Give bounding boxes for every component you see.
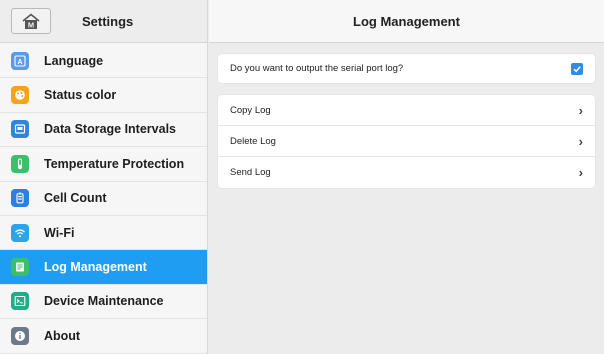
sidebar-item-label: About — [44, 328, 81, 343]
sidebar-item-label: Status color — [44, 88, 117, 103]
palette-icon — [11, 86, 29, 105]
sidebar-item-label: Temperature Protection — [44, 156, 185, 171]
sidebar-item-temperature-protection[interactable]: Temperature Protection — [0, 147, 207, 182]
home-icon: M — [22, 12, 40, 29]
chevron-right-icon: › — [578, 102, 583, 118]
app-frame: M Settings A Language Status color Data … — [0, 0, 604, 354]
sidebar-item-label: Language — [44, 53, 104, 68]
serial-log-checkbox[interactable] — [571, 62, 583, 75]
home-button[interactable]: M — [11, 8, 51, 34]
sidebar-title: Settings — [82, 14, 134, 29]
svg-text:A: A — [17, 59, 22, 66]
settings-sidebar: M Settings A Language Status color Data … — [0, 0, 208, 354]
sidebar-item-label: Data Storage Intervals — [44, 122, 176, 137]
storage-icon — [11, 120, 29, 139]
sidebar-item-cell-count[interactable]: Cell Count — [0, 181, 207, 216]
terminal-icon — [11, 292, 29, 311]
thermometer-icon — [11, 154, 29, 173]
log-management-panel: Log Management Do you want to output the… — [209, 0, 604, 354]
copy-log-row[interactable]: Copy Log › — [218, 95, 595, 126]
sidebar-item-about[interactable]: About — [0, 319, 207, 354]
info-icon — [11, 326, 29, 345]
svg-text:M: M — [28, 20, 34, 29]
language-icon: A — [11, 51, 29, 70]
log-icon — [11, 258, 29, 277]
sidebar-item-label: Wi-Fi — [44, 225, 75, 240]
chevron-right-icon: › — [578, 165, 583, 180]
sidebar-item-data-storage-intervals[interactable]: Data Storage Intervals — [0, 112, 207, 148]
sidebar-item-language[interactable]: A Language — [0, 44, 207, 79]
sidebar-item-device-maintenance[interactable]: Device Maintenance — [0, 284, 207, 320]
delete-log-label: Delete Log — [230, 135, 276, 147]
chevron-right-icon: › — [578, 133, 583, 149]
send-log-row[interactable]: Send Log › — [218, 157, 595, 188]
serial-log-card: Do you want to output the serial port lo… — [218, 54, 595, 83]
sidebar-header: M Settings — [0, 0, 207, 43]
sidebar-item-label: Cell Count — [44, 191, 107, 206]
send-log-label: Send Log — [230, 167, 271, 178]
sidebar-item-status-color[interactable]: Status color — [0, 78, 207, 113]
settings-menu: A Language Status color Data Storage Int… — [0, 44, 207, 354]
sidebar-item-wifi[interactable]: Wi-Fi — [0, 215, 207, 251]
sidebar-item-log-management[interactable]: Log Management — [0, 250, 207, 285]
log-actions-card: Copy Log › Delete Log › Send Log › — [218, 95, 595, 188]
sidebar-item-label: Log Management — [44, 260, 147, 275]
serial-log-option[interactable]: Do you want to output the serial port lo… — [218, 54, 595, 83]
page-title: Log Management — [209, 0, 604, 43]
battery-icon — [11, 189, 29, 208]
delete-log-row[interactable]: Delete Log › — [218, 126, 595, 157]
checkmark-icon — [573, 65, 581, 72]
sidebar-item-label: Device Maintenance — [44, 294, 164, 309]
copy-log-label: Copy Log — [230, 104, 271, 116]
wifi-icon — [11, 223, 29, 242]
serial-log-label: Do you want to output the serial port lo… — [230, 63, 404, 74]
